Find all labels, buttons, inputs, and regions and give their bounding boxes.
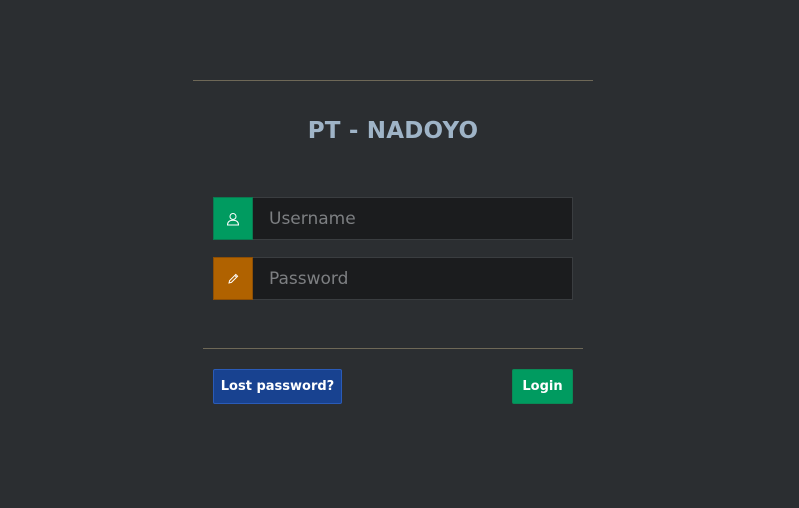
- username-field: [213, 197, 573, 240]
- username-addon: [213, 197, 253, 240]
- user-icon: [226, 212, 240, 226]
- top-divider: [193, 80, 593, 81]
- username-input[interactable]: [253, 197, 573, 240]
- password-field: [213, 257, 573, 300]
- password-input[interactable]: [253, 257, 573, 300]
- password-addon: [213, 257, 253, 300]
- lost-password-button[interactable]: Lost password?: [213, 369, 342, 404]
- login-page: PT - NADOYO Lost password? Login: [0, 0, 799, 508]
- pencil-icon: [226, 272, 240, 286]
- page-title: PT - NADOYO: [307, 118, 479, 144]
- bottom-divider: [203, 348, 583, 349]
- login-button[interactable]: Login: [512, 369, 573, 404]
